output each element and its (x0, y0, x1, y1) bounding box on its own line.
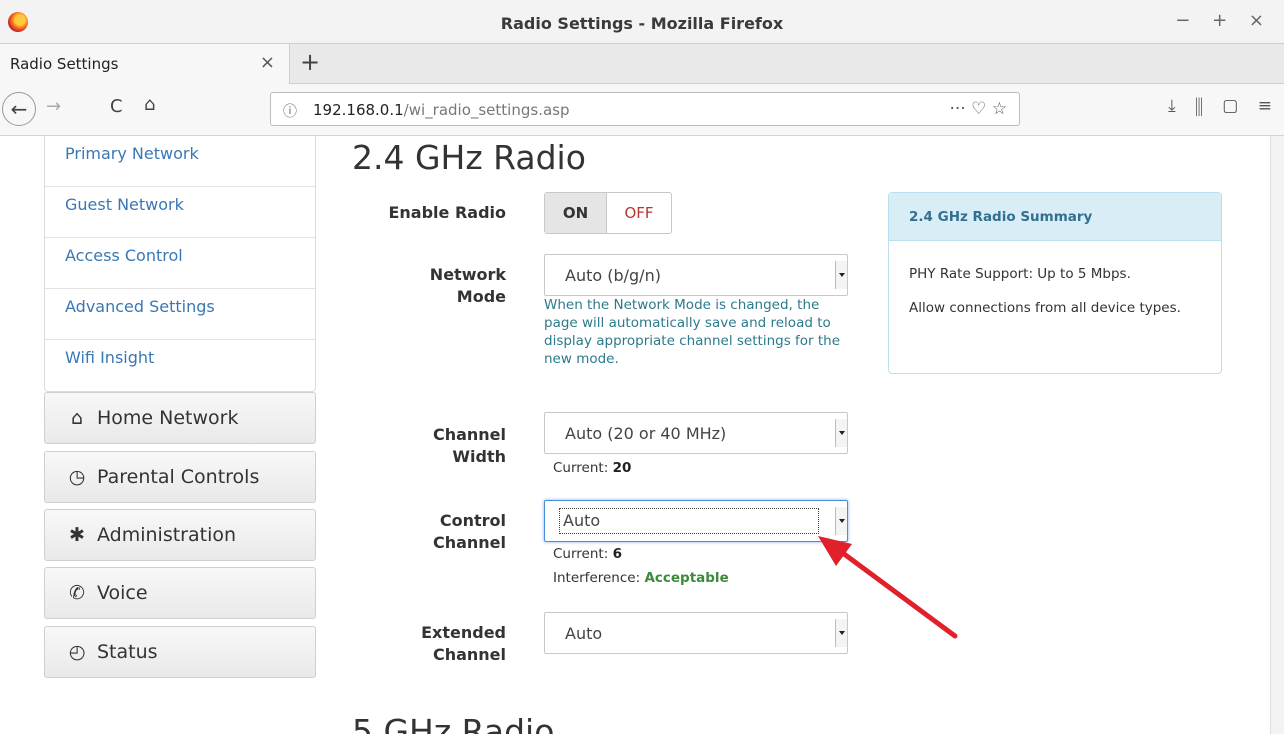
interference-status: Interference: Acceptable (553, 570, 729, 586)
mainnav-label: Voice (97, 582, 148, 604)
tab-close-icon[interactable]: × (260, 52, 275, 73)
dropdown-arrow-icon (835, 507, 847, 535)
dropdown-arrow-icon (835, 419, 847, 447)
extended-channel-select[interactable]: Auto (544, 612, 848, 654)
mainnav-label: Administration (97, 524, 237, 546)
radio-off-button[interactable]: OFF (607, 193, 671, 233)
network-mode-value: Auto (b/g/n) (565, 266, 661, 285)
current-label: Current: (553, 460, 609, 476)
current-value: 6 (612, 546, 622, 562)
channel-width-current: Current: 20 (553, 460, 631, 476)
mainnav-parental-controls[interactable]: ◷ Parental Controls (44, 451, 316, 503)
mainnav-home-network[interactable]: ⌂ Home Network (44, 392, 316, 444)
radio-24-heading: 2.4 GHz Radio (352, 138, 586, 177)
page-content: Primary Network Guest Network Access Con… (0, 136, 1284, 734)
gauge-icon: ◴ (68, 641, 86, 663)
window-controls[interactable]: − + × (1175, 10, 1272, 31)
network-mode-help: When the Network Mode is changed, the pa… (544, 297, 841, 367)
extended-channel-label: Extended Channel (336, 622, 506, 666)
mainnav-voice[interactable]: ✆ Voice (44, 567, 316, 619)
new-tab-plus-icon[interactable]: + (300, 48, 320, 76)
page-scrollbar[interactable] (1270, 136, 1284, 734)
control-channel-label: Control Channel (336, 510, 506, 554)
clock-icon: ◷ (68, 466, 86, 488)
navigation-toolbar: ← → C ⌂ ⓘ 192.168.0.1/wi_radio_settings.… (0, 84, 1284, 136)
radio-summary-panel: 2.4 GHz Radio Summary PHY Rate Support: … (888, 192, 1222, 374)
interference-label: Interference: (553, 570, 641, 586)
mainnav-label: Parental Controls (97, 466, 260, 488)
tab-title: Radio Settings (10, 55, 119, 73)
back-arrow-icon[interactable]: ← (2, 92, 36, 126)
window-titlebar: Radio Settings - Mozilla Firefox − + × (0, 0, 1284, 44)
subnav-guest-network[interactable]: Guest Network (45, 187, 315, 238)
mainnav-administration[interactable]: ✱ Administration (44, 509, 316, 561)
reload-icon[interactable]: C (110, 96, 123, 117)
control-channel-label-text: Control Channel (432, 511, 506, 552)
mainnav-label: Home Network (97, 407, 239, 429)
summary-phy-rate: PHY Rate Support: Up to 5 Mbps. (909, 266, 1131, 282)
toolbar-right-icons[interactable]: ⤓ ⫼ ▢ ≡ (1168, 96, 1272, 116)
network-mode-select[interactable]: Auto (b/g/n) (544, 254, 848, 296)
extended-channel-label-text: Extended Channel (421, 623, 506, 664)
tab-bar: Radio Settings × + (0, 44, 1284, 84)
channel-width-label-text: Channel Width (432, 425, 506, 466)
home-icon[interactable]: ⌂ (144, 94, 155, 115)
summary-title: 2.4 GHz Radio Summary (889, 193, 1221, 241)
channel-width-select[interactable]: Auto (20 or 40 MHz) (544, 412, 848, 454)
subnav-access-control[interactable]: Access Control (45, 238, 315, 289)
channel-width-label: Channel Width (336, 424, 506, 468)
url-text: 192.168.0.1/wi_radio_settings.asp (313, 101, 569, 119)
radio-on-button[interactable]: ON (545, 193, 607, 233)
network-mode-label: Network Mode (336, 264, 506, 308)
wireless-subnav: Primary Network Guest Network Access Con… (44, 136, 316, 392)
network-mode-label-text: Network Mode (429, 265, 506, 306)
phone-icon: ✆ (69, 582, 85, 604)
enable-radio-label: Enable Radio (388, 203, 506, 222)
url-path: /wi_radio_settings.asp (403, 101, 570, 119)
control-channel-current: Current: 6 (553, 546, 622, 562)
extended-channel-value: Auto (565, 624, 603, 643)
interference-value: Acceptable (644, 570, 729, 586)
radio-5-heading: 5 GHz Radio (352, 712, 555, 734)
window-title: Radio Settings - Mozilla Firefox (500, 14, 784, 33)
enable-radio-toggle[interactable]: ON OFF (544, 192, 672, 234)
mainnav-label: Status (97, 641, 158, 663)
url-bar[interactable]: ⓘ 192.168.0.1/wi_radio_settings.asp ··· … (270, 92, 1020, 126)
subnav-advanced-settings[interactable]: Advanced Settings (45, 289, 315, 340)
subnav-primary-network[interactable]: Primary Network (45, 136, 315, 187)
channel-width-value: Auto (20 or 40 MHz) (565, 424, 727, 443)
gear-icon: ✱ (69, 524, 85, 546)
forward-arrow-icon[interactable]: → (46, 96, 61, 117)
home-icon: ⌂ (70, 407, 84, 429)
control-channel-select[interactable]: Auto (544, 500, 848, 542)
subnav-wifi-insight[interactable]: Wifi Insight (45, 340, 315, 391)
summary-connections: Allow connections from all device types. (909, 300, 1181, 316)
current-value: 20 (612, 460, 632, 476)
control-channel-value: Auto (563, 511, 601, 530)
site-info-icon[interactable]: ⓘ (283, 101, 297, 121)
mainnav-status[interactable]: ◴ Status (44, 626, 316, 678)
url-host: 192.168.0.1 (313, 101, 404, 119)
dropdown-arrow-icon (835, 261, 847, 289)
tab-radio-settings[interactable]: Radio Settings × (0, 44, 290, 84)
dropdown-arrow-icon (835, 619, 847, 647)
page-actions-icon[interactable]: ··· ♡ ☆ (950, 99, 1008, 119)
current-label: Current: (553, 546, 609, 562)
